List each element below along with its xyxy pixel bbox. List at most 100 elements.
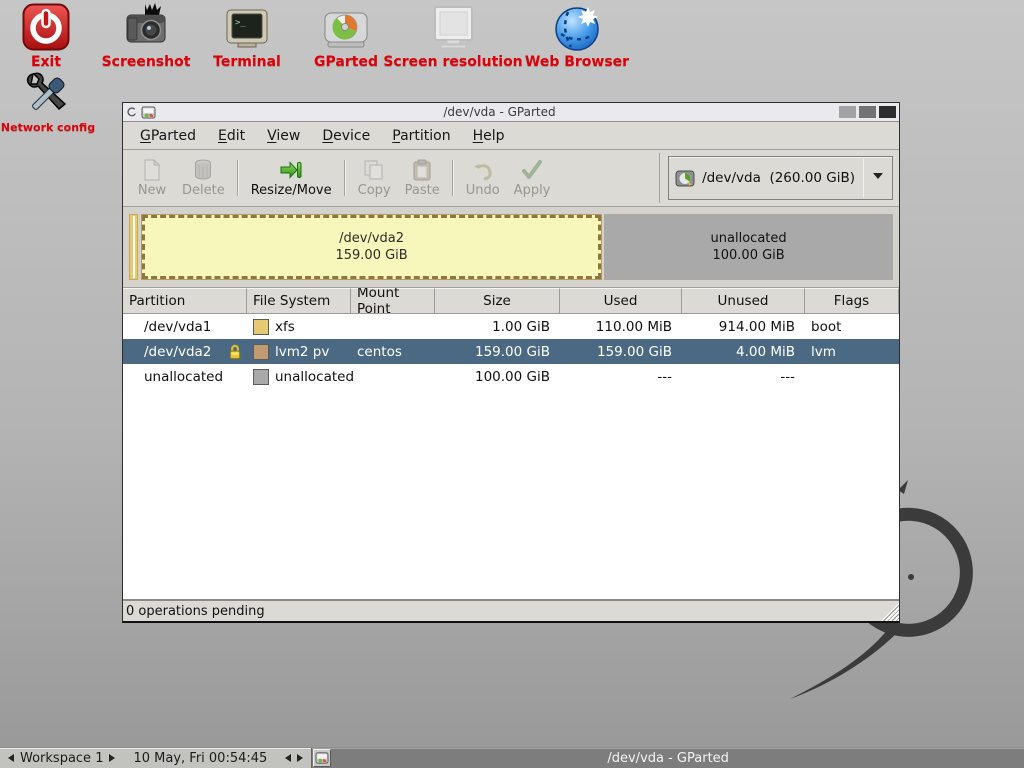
- undo-icon: [472, 158, 494, 182]
- column-header-partition[interactable]: Partition: [123, 288, 247, 314]
- desktop-icon-label: Screen resolution: [383, 54, 522, 70]
- workspace-pager: Workspace 1: [0, 751, 123, 766]
- column-header-filesystem[interactable]: File System: [247, 288, 351, 314]
- toolbar: New Delete Resize/Move Copy Paste: [123, 150, 899, 207]
- titlebar[interactable]: /dev/vda - GParted: [123, 103, 899, 122]
- device-selector-frame: /dev/vda (260.00 GiB): [659, 153, 893, 203]
- column-header-size[interactable]: Size: [435, 288, 560, 314]
- desktop-icon-web-browser[interactable]: Web Browser: [519, 3, 635, 70]
- menu-view[interactable]: View: [256, 124, 311, 148]
- menubar: GParted Edit View Device Partition Help: [123, 122, 899, 150]
- new-partition-icon: [142, 158, 162, 182]
- chevron-down-icon[interactable]: [864, 168, 892, 188]
- desktop-icon-exit[interactable]: Exit: [5, 3, 87, 70]
- menu-gparted[interactable]: GParted: [129, 124, 207, 148]
- monitor-icon: [429, 3, 477, 51]
- minimize-button[interactable]: [839, 106, 856, 118]
- partition-bar-vda2-inner: /dev/vda2 159.00 GiB: [142, 215, 601, 279]
- desktop-icon-network-config[interactable]: Network config: [2, 70, 94, 134]
- disk-partition-icon: [323, 3, 369, 51]
- partition-table: Partition File System Mount Point Size U…: [123, 288, 899, 600]
- partition-bar-unallocated[interactable]: unallocated 100.00 GiB: [604, 214, 893, 280]
- cell-flags: boot: [805, 314, 899, 339]
- device-selector[interactable]: /dev/vda (260.00 GiB): [668, 156, 893, 200]
- task-next-icon[interactable]: [297, 754, 303, 762]
- task-scroll-arrows: [277, 754, 311, 762]
- delete-icon: [194, 158, 212, 182]
- cell-unused: 914.00 MiB: [682, 314, 805, 339]
- resize-move-icon: [279, 158, 303, 182]
- window-title: /dev/vda - GParted: [160, 105, 839, 119]
- column-header-used[interactable]: Used: [560, 288, 682, 314]
- column-header-mountpoint[interactable]: Mount Point: [351, 288, 435, 314]
- filesystem-color-swatch: [253, 344, 269, 360]
- taskbar: Workspace 1 10 May, Fri 00:54:45 /dev/vd…: [0, 747, 1024, 768]
- cell-partition: /dev/vda2: [123, 339, 247, 364]
- copy-button[interactable]: Copy: [351, 155, 398, 201]
- clock: 10 May, Fri 00:54:45: [133, 751, 267, 766]
- desktop-icon-label: Screenshot: [102, 54, 191, 70]
- column-header-unused[interactable]: Unused: [682, 288, 805, 314]
- task-prev-icon[interactable]: [285, 754, 291, 762]
- window-menu-icon[interactable]: [126, 107, 137, 118]
- cell-partition: unallocated: [123, 364, 247, 389]
- column-header-flags[interactable]: Flags: [805, 288, 899, 314]
- cell-mountpoint: [351, 314, 435, 339]
- new-button[interactable]: New: [129, 155, 175, 201]
- menu-edit[interactable]: Edit: [207, 124, 256, 148]
- desktop-icon-screenshot[interactable]: Screenshot: [100, 3, 192, 70]
- gparted-window: /dev/vda - GParted GParted Edit View Dev…: [122, 102, 900, 623]
- table-row-vda1[interactable]: /dev/vda1 xfs 1.00 GiB 110.00 MiB 914.00…: [123, 314, 899, 339]
- close-button[interactable]: [879, 106, 896, 118]
- exit-icon: [22, 3, 70, 51]
- svg-text:>_: >_: [235, 18, 246, 28]
- menu-help[interactable]: Help: [462, 124, 516, 148]
- undo-button[interactable]: Undo: [459, 155, 507, 201]
- resize-move-button[interactable]: Resize/Move: [244, 155, 339, 201]
- delete-button[interactable]: Delete: [175, 155, 232, 201]
- desktop-icon-terminal[interactable]: >_ Terminal: [202, 3, 292, 70]
- cell-filesystem: unallocated: [247, 364, 351, 389]
- apply-button[interactable]: Apply: [507, 155, 558, 201]
- cell-filesystem: lvm2 pv: [247, 339, 351, 364]
- cell-filesystem: xfs: [247, 314, 351, 339]
- toolbar-separator: [344, 160, 346, 196]
- cell-used: ---: [560, 364, 682, 389]
- desktop-icon-label: GParted: [314, 54, 378, 70]
- table-header: Partition File System Mount Point Size U…: [123, 288, 899, 314]
- statusbar: 0 operations pending: [123, 600, 899, 621]
- cell-used: 159.00 GiB: [560, 339, 682, 364]
- partition-bar-label: /dev/vda2: [339, 230, 404, 247]
- table-row-unallocated[interactable]: unallocated unallocated 100.00 GiB --- -…: [123, 364, 899, 389]
- cell-mountpoint: [351, 364, 435, 389]
- drive-icon: [675, 170, 695, 187]
- tools-icon: [24, 70, 72, 118]
- cell-size: 100.00 GiB: [435, 364, 560, 389]
- partition-bar-vda1[interactable]: [129, 214, 138, 280]
- task-button-gparted[interactable]: /dev/vda - GParted: [311, 748, 1024, 768]
- resize-grip[interactable]: [881, 603, 899, 621]
- partition-bar-size: 159.00 GiB: [335, 247, 407, 264]
- menu-partition[interactable]: Partition: [381, 124, 461, 148]
- filesystem-color-swatch: [253, 319, 269, 335]
- desktop-icon-label: Network config: [1, 121, 95, 134]
- desktop-icon-screen-resolution[interactable]: Screen resolution: [386, 3, 520, 70]
- desktop-icon-gparted[interactable]: GParted: [301, 3, 391, 70]
- cell-flags: [805, 364, 899, 389]
- workspace-prev-icon[interactable]: [8, 754, 14, 762]
- maximize-button[interactable]: [859, 106, 876, 118]
- partition-bar-label: unallocated: [711, 230, 787, 247]
- workspace-next-icon[interactable]: [109, 754, 115, 762]
- table-row-vda2[interactable]: /dev/vda2 lvm2 pv centos 159.00 GiB 159.…: [123, 339, 899, 364]
- globe-icon: [553, 3, 601, 51]
- task-title: /dev/vda - GParted: [312, 751, 1024, 766]
- apply-icon: [521, 158, 543, 182]
- paste-button[interactable]: Paste: [398, 155, 447, 201]
- copy-icon: [363, 158, 385, 182]
- table-empty-area: [123, 389, 899, 599]
- status-text: 0 operations pending: [126, 604, 265, 619]
- workspace-label[interactable]: Workspace 1: [20, 751, 103, 766]
- menu-device[interactable]: Device: [311, 124, 381, 148]
- partition-bar-vda2-selected[interactable]: /dev/vda2 159.00 GiB: [141, 214, 602, 280]
- device-selector-label: /dev/vda (260.00 GiB): [702, 170, 855, 186]
